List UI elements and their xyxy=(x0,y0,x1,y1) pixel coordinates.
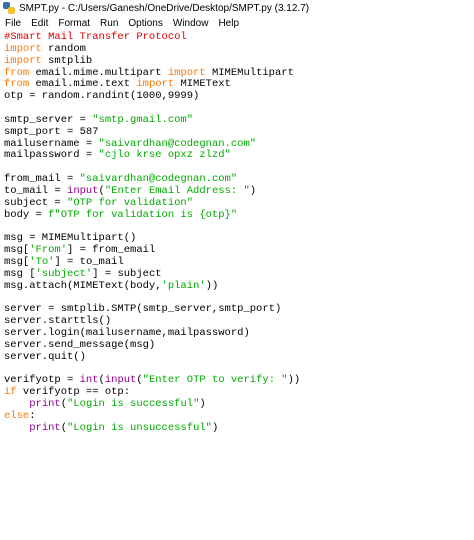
code-line: print("Login is successful") xyxy=(4,398,300,411)
code-token-default: ] = subject xyxy=(92,267,162,280)
window-title: SMPT.py - C:/Users/Ganesh/OneDrive/Deskt… xyxy=(19,2,310,14)
code-token-string: "Login is unsuccessful" xyxy=(67,421,212,434)
code-token-string: f"OTP for validation is {otp}" xyxy=(48,208,238,221)
code-token-comment: #Smart Mail Transfer Protocol xyxy=(4,31,187,43)
menu-edit[interactable]: Edit xyxy=(26,16,53,32)
code-token-default: : xyxy=(29,410,36,422)
code-token-default: verifyotp == otp: xyxy=(16,386,131,399)
menu-run[interactable]: Run xyxy=(95,16,123,32)
code-token-default: server.send_message(msg) xyxy=(4,338,156,351)
code-line: print("Login is unsuccessful") xyxy=(4,421,300,435)
code-token-default: ) xyxy=(249,184,257,197)
code-token-keyword: import xyxy=(167,66,206,79)
code-token-default: MIMEMultipart xyxy=(205,66,294,79)
python-icon xyxy=(3,2,15,14)
code-token-default: ] = to_mail xyxy=(54,256,124,269)
code-token-default: MIMEText xyxy=(174,78,231,91)
menu-window[interactable]: Window xyxy=(168,16,214,32)
code-token-default: to_mail = xyxy=(4,184,68,197)
code-token-keyword: else xyxy=(4,410,30,422)
code-token-string: "OTP for validation" xyxy=(67,196,194,209)
code-token-default: smtplib xyxy=(41,54,93,67)
code-token-builtin: print xyxy=(29,398,61,411)
code-token-default: msg = MIMEMultipart() xyxy=(4,232,137,245)
code-token-string: "cjlo krse opxz zlzd" xyxy=(98,149,231,162)
menu-format[interactable]: Format xyxy=(53,16,95,32)
menu-bar: File Edit Format Run Options Window Help xyxy=(0,16,474,32)
menu-help[interactable]: Help xyxy=(213,16,244,32)
code-token-default: ) xyxy=(211,421,219,434)
code-token-keyword: from xyxy=(4,78,30,91)
code-token-default: verifyotp = xyxy=(4,374,80,387)
code-token-keyword: import xyxy=(4,42,42,55)
code-token-default xyxy=(4,422,29,434)
code-token-default: msg[ xyxy=(4,244,30,257)
code-token-default: msg [ xyxy=(4,267,36,280)
code-token-keyword: import xyxy=(4,54,42,67)
code-token-string: "saivardhan@codegnan.com" xyxy=(79,173,238,186)
code-token-default: email.mime.multipart xyxy=(29,66,168,79)
code-token-default: smpt_port = 587 xyxy=(4,125,99,138)
code-line: server.quit() xyxy=(4,350,300,364)
code-token-default: email.mime.text xyxy=(29,78,137,91)
code-token-builtin: input xyxy=(67,184,99,197)
code-token-default: smtp_server = xyxy=(4,113,93,126)
code-line: body = f"OTP for validation is {otp}" xyxy=(4,208,300,222)
code-editor[interactable]: #Smart Mail Transfer Protocol import rand… xyxy=(0,31,474,540)
code-token-builtin: int xyxy=(79,374,99,387)
code-token-string: "Enter OTP to verify: " xyxy=(142,374,288,387)
code-token-default: mailusername = xyxy=(4,137,99,150)
code-token-default: ] = from_email xyxy=(67,244,156,257)
code-token-string: 'subject' xyxy=(35,267,93,280)
code-token-default: server.quit() xyxy=(4,350,86,363)
menu-options[interactable]: Options xyxy=(123,16,167,32)
code-token-default: server.login(mailusername,mailpassword) xyxy=(4,327,250,340)
code-token-default: mailpassword = xyxy=(4,149,99,162)
code-token-default: random xyxy=(41,42,86,55)
code-token-default: ) xyxy=(199,398,206,411)
code-token-default: from_mail = xyxy=(4,173,80,186)
code-token-string: "Enter Email Address: " xyxy=(104,184,250,197)
code-token-string: 'From' xyxy=(29,244,68,257)
menu-file[interactable]: File xyxy=(0,16,26,32)
code-token-keyword: from xyxy=(4,66,30,79)
code-token-string: "Login is successful" xyxy=(67,398,200,411)
code-token-default: msg.attach(MIMEText(body, xyxy=(4,279,162,292)
code-token-default xyxy=(4,398,29,410)
code-token-keyword: if xyxy=(4,386,17,399)
code-token-default: server.starttls() xyxy=(4,315,112,328)
code-token-default: server = smtplib.SMTP(smtp_server,smtp_p… xyxy=(4,303,282,316)
code-token-string: 'To' xyxy=(29,256,55,269)
code-token-string: "saivardhan@codegnan.com" xyxy=(98,137,257,150)
code-line: msg.attach(MIMEText(body,'plain')) xyxy=(4,279,300,293)
code-token-default: subject = xyxy=(4,196,68,209)
code-text-area[interactable]: #Smart Mail Transfer Protocol import rand… xyxy=(4,31,301,435)
code-line: otp = random.randint(1000,9999) xyxy=(4,90,300,103)
code-token-builtin: print xyxy=(29,421,61,434)
code-line: mailpassword = "cjlo krse opxz zlzd" xyxy=(4,150,300,162)
code-token-string: 'plain' xyxy=(161,279,206,292)
code-token-default: otp = random.randint(1000,9999) xyxy=(4,90,200,103)
code-token-builtin: input xyxy=(104,374,137,387)
code-token-keyword: import xyxy=(136,78,175,91)
code-token-default: msg[ xyxy=(4,256,30,269)
code-token-default: )) xyxy=(205,279,219,292)
code-token-default: body = xyxy=(4,208,49,221)
code-token-default: )) xyxy=(287,374,301,387)
code-token-string: "smtp.gmail.com" xyxy=(92,113,194,126)
title-bar: SMPT.py - C:/Users/Ganesh/OneDrive/Deskt… xyxy=(0,0,474,16)
